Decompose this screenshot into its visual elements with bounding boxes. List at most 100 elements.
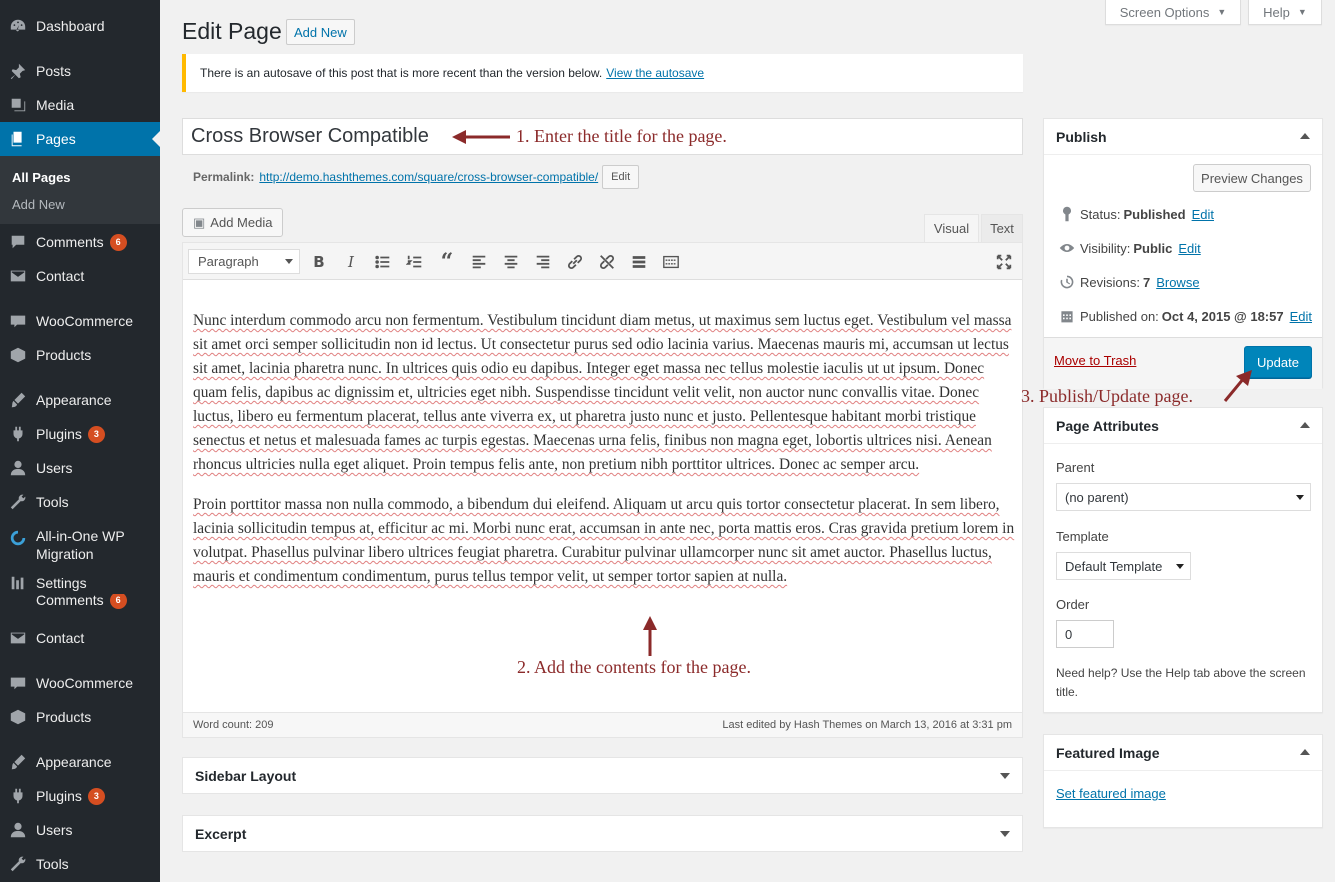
menu-products-duplicate[interactable]: Products xyxy=(0,700,160,734)
chevron-up-icon[interactable] xyxy=(1300,128,1310,139)
menu-dashboard[interactable]: Dashboard xyxy=(0,9,160,43)
publish-header[interactable]: Publish xyxy=(1044,119,1322,155)
menu-label: Pages xyxy=(36,131,76,147)
published-on-edit-link[interactable]: Edit xyxy=(1290,309,1312,324)
bold-icon[interactable]: B xyxy=(308,252,330,272)
link-icon[interactable] xyxy=(564,252,586,272)
add-new-button[interactable]: Add New xyxy=(286,19,355,45)
menu-appearance[interactable]: Appearance xyxy=(0,383,160,417)
comments-icon xyxy=(0,233,36,251)
plugins-count-badge: 3 xyxy=(87,425,105,443)
menu-users-duplicate[interactable]: Users xyxy=(0,813,160,847)
submenu-add-new[interactable]: Add New xyxy=(12,197,65,212)
visibility-edit-link[interactable]: Edit xyxy=(1178,241,1200,256)
status-value: Published xyxy=(1123,206,1186,222)
status-edit-link[interactable]: Edit xyxy=(1192,207,1214,222)
revisions-label: Revisions: xyxy=(1080,274,1140,290)
menu-label: Products xyxy=(36,709,92,725)
menu-products[interactable]: Products xyxy=(0,338,160,372)
menu-woocommerce-duplicate[interactable]: WooCommerce xyxy=(0,666,160,700)
add-media-label: Add Media xyxy=(210,215,273,230)
read-more-icon[interactable] xyxy=(628,252,650,272)
chevron-down-icon: ▼ xyxy=(1297,7,1307,17)
blockquote-icon[interactable]: “ xyxy=(436,249,458,275)
featured-image-box: Featured Image Set featured image xyxy=(1043,734,1323,828)
content-paragraph-2: Proin porttitor massa non nulla commodo,… xyxy=(193,496,1015,585)
editor-content[interactable]: Nunc interdum commodo arcu non fermentum… xyxy=(193,309,1015,605)
tab-visual[interactable]: Visual xyxy=(924,214,979,242)
fullscreen-icon[interactable] xyxy=(993,252,1015,272)
italic-icon[interactable]: I xyxy=(340,252,362,272)
plugins-count-badge: 3 xyxy=(87,787,105,805)
bulleted-list-icon[interactable] xyxy=(372,252,394,272)
chevron-up-icon[interactable] xyxy=(1300,744,1310,755)
menu-tools[interactable]: Tools xyxy=(0,485,160,519)
view-autosave-link[interactable]: View the autosave xyxy=(606,66,704,80)
chevron-down-icon[interactable] xyxy=(1000,831,1010,842)
permalink-url[interactable]: http://demo.hashthemes.com/square/cross-… xyxy=(259,170,598,184)
screen-options-label: Screen Options xyxy=(1119,4,1210,20)
page-attributes-box: Page Attributes Parent (no parent) Templ… xyxy=(1043,407,1323,713)
featured-image-header[interactable]: Featured Image xyxy=(1044,735,1322,771)
pages-icon xyxy=(0,130,36,148)
preview-changes-button[interactable]: Preview Changes xyxy=(1193,164,1311,192)
submenu-all-pages[interactable]: All Pages xyxy=(12,170,71,185)
unlink-icon[interactable] xyxy=(596,252,618,272)
tab-text[interactable]: Text xyxy=(981,214,1023,242)
menu-users[interactable]: Users xyxy=(0,451,160,485)
chevron-down-icon xyxy=(1296,495,1304,504)
menu-label: Contact xyxy=(36,268,85,284)
template-select[interactable]: Default Template xyxy=(1056,552,1191,580)
order-input[interactable]: 0 xyxy=(1056,620,1114,648)
set-featured-image-link[interactable]: Set featured image xyxy=(1056,786,1166,801)
add-media-button[interactable]: ▣ Add Media xyxy=(182,208,284,237)
align-right-icon[interactable] xyxy=(532,252,554,272)
format-select[interactable]: Paragraph xyxy=(188,249,300,274)
menu-tools-duplicate[interactable]: Tools xyxy=(0,847,160,881)
menu-all-in-one-migration[interactable]: All-in-One WP Migration xyxy=(0,527,160,563)
numbered-list-icon[interactable] xyxy=(404,252,426,272)
pages-submenu: All Pages Add New xyxy=(0,156,160,224)
last-edited: Last edited by Hash Themes on March 13, … xyxy=(722,719,1012,731)
woocommerce-icon xyxy=(0,674,36,692)
align-left-icon[interactable] xyxy=(468,252,490,272)
menu-posts[interactable]: Posts xyxy=(0,54,160,88)
menu-settings[interactable]: Settings xyxy=(0,571,160,595)
screen-options-button[interactable]: Screen Options ▼ xyxy=(1105,0,1241,25)
permalink-edit-button[interactable]: Edit xyxy=(602,165,640,189)
menu-media[interactable]: Media xyxy=(0,88,160,122)
toolbar-toggle-icon[interactable] xyxy=(660,252,682,272)
menu-label: Comments xyxy=(36,594,104,608)
menu-appearance-duplicate[interactable]: Appearance xyxy=(0,745,160,779)
sidebar-layout-title: Sidebar Layout xyxy=(195,767,297,784)
chevron-up-icon[interactable] xyxy=(1300,417,1310,428)
align-center-icon[interactable] xyxy=(500,252,522,272)
help-button[interactable]: Help ▼ xyxy=(1248,0,1322,25)
status-label: Status: xyxy=(1080,206,1121,222)
annotation-title: 1. Enter the title for the page. xyxy=(516,126,727,146)
menu-contact-duplicate[interactable]: Contact xyxy=(0,621,160,655)
menu-plugins[interactable]: Plugins 3 xyxy=(0,417,160,451)
move-to-trash-link[interactable]: Move to Trash xyxy=(1054,353,1136,368)
editor-toolbar: Paragraph B I “ xyxy=(183,243,1022,280)
menu-label: WooCommerce xyxy=(36,675,133,691)
menu-pages[interactable]: Pages xyxy=(0,122,160,156)
menu-plugins-duplicate[interactable]: Plugins 3 xyxy=(0,779,160,813)
chevron-down-icon[interactable] xyxy=(1000,773,1010,784)
revisions-browse-link[interactable]: Browse xyxy=(1156,275,1199,290)
settings-icon xyxy=(0,574,36,592)
page-attributes-header[interactable]: Page Attributes xyxy=(1044,408,1322,444)
menu-woocommerce[interactable]: WooCommerce xyxy=(0,304,160,338)
menu-comments-duplicate[interactable]: Comments 6 xyxy=(0,594,160,614)
products-icon xyxy=(0,708,36,726)
users-icon xyxy=(0,821,36,839)
menu-comments[interactable]: Comments 6 xyxy=(0,225,160,259)
parent-select[interactable]: (no parent) xyxy=(1056,483,1311,511)
excerpt-box[interactable]: Excerpt xyxy=(182,815,1023,852)
comments-count-badge: 6 xyxy=(109,233,127,251)
sidebar-layout-box[interactable]: Sidebar Layout xyxy=(182,757,1023,794)
menu-contact[interactable]: Contact xyxy=(0,259,160,293)
update-button[interactable]: Update xyxy=(1244,346,1312,378)
brush-icon xyxy=(0,391,36,409)
revisions-value: 7 xyxy=(1142,274,1151,290)
